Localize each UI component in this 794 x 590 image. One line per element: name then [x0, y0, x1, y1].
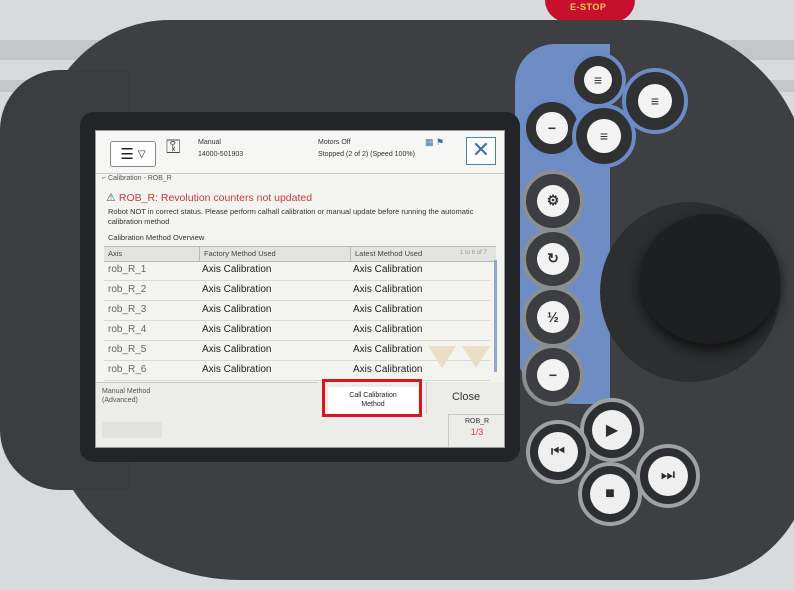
- table-row[interactable]: rob_R_3 Axis Calibration Axis Calibratio…: [104, 301, 490, 321]
- programmable-key-4[interactable]: ≡: [572, 104, 636, 168]
- taskbar-item[interactable]: [102, 422, 162, 438]
- page-down-icon[interactable]: [462, 346, 490, 368]
- flexpendant-screen: ☰ ▽ ⚿ Manual 14000-501903 Motors Off Sto…: [95, 130, 505, 448]
- toggle-increment-key[interactable]: ½: [522, 286, 584, 348]
- table-row[interactable]: rob_R_1 Axis Calibration Axis Calibratio…: [104, 261, 490, 281]
- programmable-key-1[interactable]: ≡: [570, 52, 626, 108]
- calibration-table: Axis Factory Method Used Latest Method U…: [104, 246, 497, 382]
- error-title: ⚠ ROB_R: Revolution counters not updated: [106, 192, 313, 204]
- minus-key[interactable]: −: [522, 344, 584, 406]
- task-fraction: 1/3: [470, 427, 484, 437]
- page-info: 1 to 6 of 7: [460, 250, 487, 256]
- close-icon[interactable]: ✕: [466, 137, 496, 165]
- quickset-task-button[interactable]: ROB_R 1/3: [448, 414, 504, 447]
- estop-label: E-STOP: [570, 2, 607, 12]
- toggle-motion-mode-key[interactable]: ↻: [522, 228, 584, 290]
- table-row[interactable]: rob_R_4 Axis Calibration Axis Calibratio…: [104, 321, 490, 341]
- joystick[interactable]: [640, 214, 780, 344]
- warning-icon: ⚠: [106, 192, 116, 204]
- play-icon: ▶: [592, 410, 632, 450]
- manual-method-button[interactable]: Manual Method (Advanced): [96, 382, 318, 412]
- error-message: Robot NOT in correct status. Please perf…: [108, 207, 474, 226]
- column-axis: Axis: [108, 249, 123, 258]
- step-backward-key[interactable]: ⏮: [526, 420, 590, 484]
- step-forward-key[interactable]: ⏭: [636, 444, 700, 508]
- overview-title: Calibration Method Overview: [108, 233, 205, 242]
- menu-icon: ☰: [120, 146, 134, 163]
- close-button[interactable]: Close: [426, 382, 504, 414]
- table-row[interactable]: rob_R_2 Axis Calibration Axis Calibratio…: [104, 281, 490, 301]
- main-menu-button[interactable]: ☰ ▽: [110, 141, 156, 167]
- table-header: Axis Factory Method Used Latest Method U…: [104, 246, 496, 262]
- operator-window-icon[interactable]: ⚿: [166, 137, 190, 167]
- scroll-down-icon[interactable]: [428, 346, 456, 368]
- table-scrollbar[interactable]: [494, 260, 497, 372]
- operating-mode: Manual: [198, 139, 221, 146]
- controller-id: 14000-501903: [198, 151, 244, 158]
- stop-key[interactable]: ■: [578, 462, 642, 526]
- motors-state: Motors Off: [318, 139, 351, 146]
- run-state: Stopped (2 of 2) (Speed 100%): [318, 151, 415, 158]
- step-back-icon: ⏮: [538, 432, 578, 472]
- column-factory: Factory Method Used: [204, 249, 276, 258]
- status-bar: ☰ ▽ ⚿ Manual 14000-501903 Motors Off Sto…: [96, 131, 504, 174]
- chevron-down-icon: ▽: [137, 148, 146, 160]
- column-latest: Latest Method Used: [355, 249, 423, 258]
- stop-icon: ■: [590, 474, 630, 514]
- select-mechanical-unit-key[interactable]: ⚙: [522, 170, 584, 232]
- highlight-box: [322, 379, 422, 417]
- breadcrumb: ⌐ Calibration - ROB_R: [102, 175, 172, 182]
- quickset-icons[interactable]: ▦ ⚑: [425, 137, 444, 148]
- step-forward-icon: ⏭: [648, 456, 688, 496]
- command-bar: Manual Method (Advanced) Call Calibratio…: [96, 379, 504, 447]
